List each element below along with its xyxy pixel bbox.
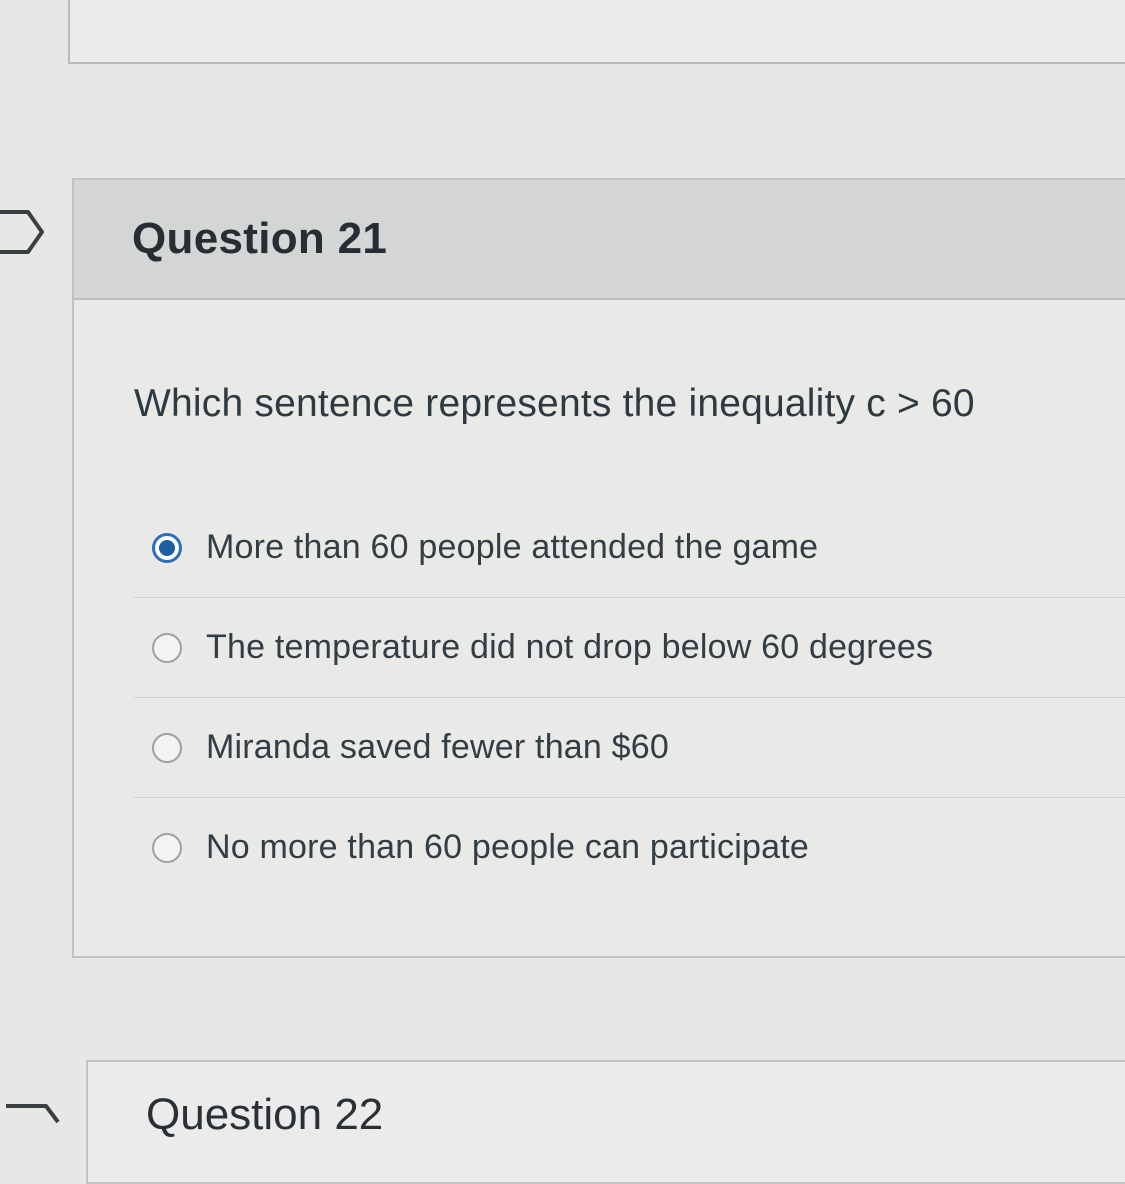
next-question-card: Question 22 [86,1060,1125,1184]
question-prompt: Which sentence represents the inequality… [134,382,975,425]
question-card: Question 21 Which sentence represents th… [72,178,1125,958]
answer-label[interactable]: No more than 60 people can participate [206,828,809,867]
answer-label[interactable]: More than 60 people attended the game [206,528,818,567]
radio-icon[interactable] [152,632,182,663]
answer-option[interactable]: No more than 60 people can participate [134,797,1125,897]
previous-question-card [68,0,1125,64]
answer-option[interactable]: The temperature did not drop below 60 de… [134,597,1125,697]
radio-icon[interactable] [152,832,182,863]
answer-label[interactable]: Miranda saved fewer than $60 [206,728,669,767]
flag-icon[interactable] [0,1100,60,1140]
answer-option[interactable]: More than 60 people attended the game [134,498,1125,597]
next-question-title: Question 22 [146,1090,384,1139]
radio-icon[interactable] [152,732,182,763]
flag-icon[interactable] [0,208,46,256]
radio-selected-icon[interactable] [152,532,182,563]
answer-label[interactable]: The temperature did not drop below 60 de… [206,628,933,667]
answer-list: More than 60 people attended the game Th… [134,498,1125,897]
question-title: Question 21 [132,214,388,263]
question-header: Question 21 [74,180,1125,300]
answer-option[interactable]: Miranda saved fewer than $60 [134,697,1125,797]
